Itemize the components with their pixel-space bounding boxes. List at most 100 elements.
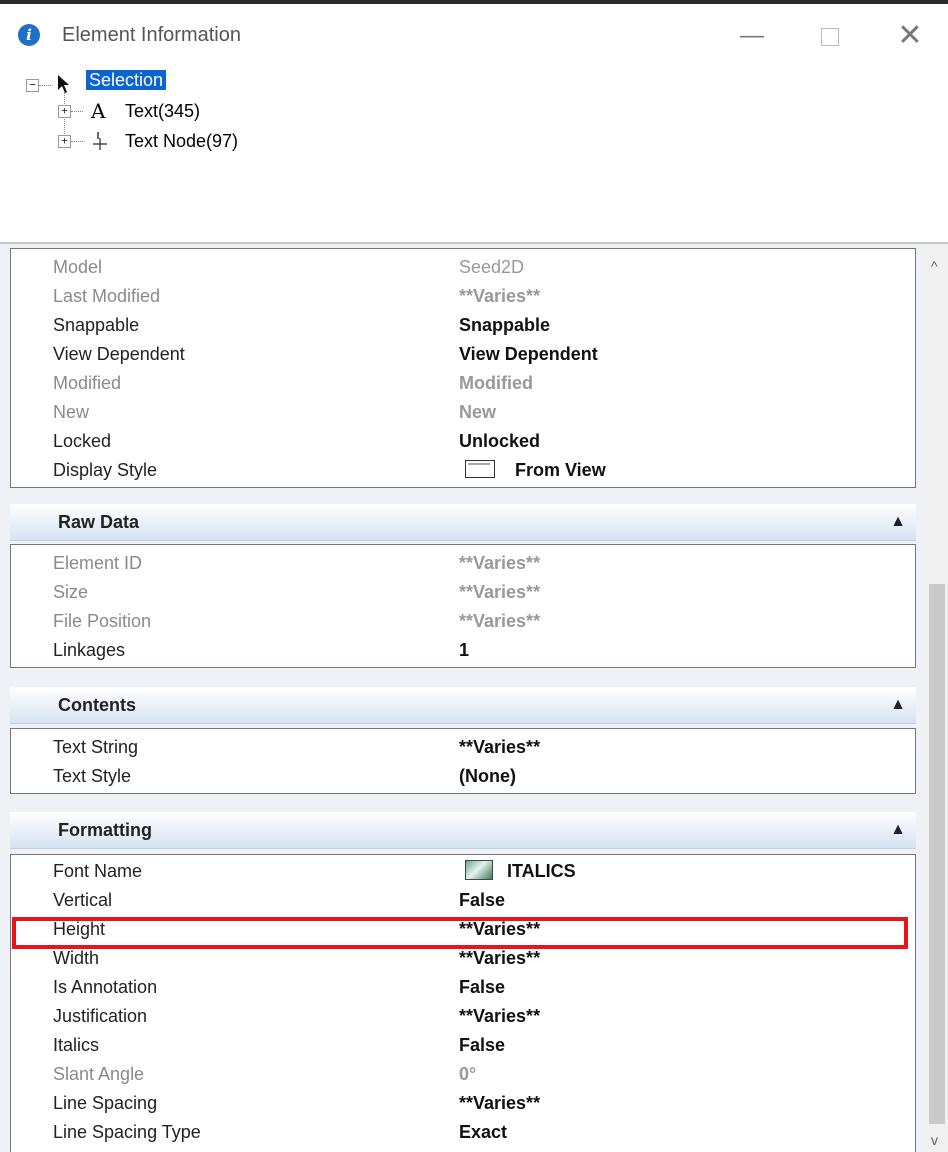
property-value: False: [459, 977, 506, 997]
section-title: Contents: [58, 695, 136, 715]
tree-collapse-toggle[interactable]: −: [26, 79, 39, 92]
display-style-icon: [465, 460, 495, 479]
property-row[interactable]: Last Modified **Varies**: [11, 282, 915, 311]
property-row[interactable]: Model Seed2D: [11, 253, 915, 282]
tree-expand-toggle[interactable]: +: [58, 135, 71, 148]
tree-connector: [39, 85, 51, 86]
property-label: Model: [53, 257, 103, 277]
maximize-icon: [821, 27, 839, 46]
property-row[interactable]: Linkages 1: [11, 636, 915, 665]
property-row[interactable]: Element ID **Varies**: [11, 549, 915, 578]
property-value: **Varies**: [459, 286, 541, 306]
property-value: Exact: [459, 1122, 508, 1142]
general-properties-grid: Model Seed2D Last Modified **Varies** Sn…: [10, 248, 916, 488]
property-value: **Varies**: [459, 1093, 541, 1113]
property-label: Vertical: [53, 890, 113, 910]
tree-item-label: Selection: [86, 70, 167, 90]
property-label: Linkages: [53, 640, 126, 660]
property-row[interactable]: Font Name ITALICS: [11, 857, 915, 886]
property-row[interactable]: File Position **Varies**: [11, 607, 915, 636]
property-label: Line Spacing: [53, 1093, 158, 1113]
collapse-caret-icon[interactable]: ▲: [890, 812, 906, 848]
collapse-caret-icon[interactable]: ▲: [890, 504, 906, 540]
section-header-formatting[interactable]: Formatting ▲: [10, 812, 916, 849]
property-row[interactable]: Line Spacing Type Exact: [11, 1118, 915, 1147]
property-row[interactable]: Text String **Varies**: [11, 733, 915, 762]
property-label: Is Annotation: [53, 977, 158, 997]
text-node-icon: [93, 132, 107, 150]
property-label: Text Style: [53, 766, 132, 786]
property-row[interactable]: Vertical False: [11, 886, 915, 915]
property-row[interactable]: Line Spacing **Varies**: [11, 1089, 915, 1118]
property-row[interactable]: Text Style (None): [11, 762, 915, 791]
property-value: 1: [459, 640, 470, 660]
property-value: **Varies**: [459, 553, 541, 573]
property-row[interactable]: Snappable Snappable: [11, 311, 915, 340]
property-label: New: [53, 402, 90, 422]
property-label: Display Style: [53, 460, 158, 480]
property-label: Locked: [53, 431, 112, 451]
window-title: Element Information: [62, 24, 241, 46]
raw-data-grid: Element ID **Varies** Size **Varies** Fi…: [10, 544, 916, 668]
section-header-contents[interactable]: Contents ▲: [10, 687, 916, 724]
section-title: Formatting: [58, 820, 152, 840]
property-label: Italics: [53, 1035, 100, 1055]
maximize-button[interactable]: [800, 14, 860, 58]
property-label: Slant Angle: [53, 1064, 145, 1084]
property-value: **Varies**: [459, 582, 541, 602]
contents-grid: Text String **Varies** Text Style (None): [10, 728, 916, 794]
property-label: Snappable: [53, 315, 140, 335]
property-value: **Varies**: [459, 611, 541, 631]
property-label: Justification: [53, 1006, 148, 1026]
property-row[interactable]: Size **Varies**: [11, 578, 915, 607]
property-value-with-icon: ITALICS: [459, 857, 576, 886]
property-row[interactable]: Modified Modified: [11, 369, 915, 398]
property-value: Seed2D: [459, 257, 525, 277]
vertical-scrollbar[interactable]: ^ v: [926, 244, 948, 1152]
property-value: False: [459, 1035, 506, 1055]
property-value: False: [459, 890, 506, 910]
property-row[interactable]: New New: [11, 398, 915, 427]
tree-item-selection[interactable]: Selection: [86, 67, 167, 93]
minimize-button[interactable]: —: [722, 14, 782, 58]
property-value: New: [459, 402, 497, 422]
section-header-raw-data[interactable]: Raw Data ▲: [10, 504, 916, 541]
tree-expand-toggle[interactable]: +: [58, 105, 71, 118]
tree-item-text-node[interactable]: Text Node(97): [125, 128, 238, 154]
property-row[interactable]: View Dependent View Dependent: [11, 340, 915, 369]
property-row[interactable]: Italics False: [11, 1031, 915, 1060]
property-value: ITALICS: [507, 861, 576, 881]
info-icon: i: [18, 24, 40, 46]
property-row[interactable]: Locked Unlocked: [11, 427, 915, 456]
property-row-is-annotation[interactable]: Is Annotation False: [11, 973, 915, 1002]
property-label: Last Modified: [53, 286, 161, 306]
property-label: Modified: [53, 373, 122, 393]
collapse-caret-icon[interactable]: ▲: [890, 687, 906, 723]
property-value: From View: [515, 460, 606, 480]
property-row[interactable]: Display Style From View: [11, 456, 915, 485]
title-bar: i Element Information — ✕: [0, 4, 948, 62]
tree-connector: [71, 141, 83, 142]
property-label: File Position: [53, 611, 152, 631]
property-value: Snappable: [459, 315, 551, 335]
property-value: 0°: [459, 1064, 477, 1084]
property-value: View Dependent: [459, 344, 598, 364]
property-label: Size: [53, 582, 89, 602]
property-value-with-icon: From View: [459, 456, 606, 485]
section-title: Raw Data: [58, 512, 140, 532]
properties-panel: Model Seed2D Last Modified **Varies** Sn…: [0, 244, 926, 1152]
property-row[interactable]: Slant Angle 0°: [11, 1060, 915, 1089]
property-value: Modified: [459, 373, 533, 393]
property-label: Text String: [53, 737, 139, 757]
scroll-up-arrow-icon[interactable]: ^: [931, 258, 938, 274]
property-value: **Varies**: [459, 737, 541, 757]
property-value: (None): [459, 766, 516, 786]
property-label: Line Spacing Type: [53, 1122, 201, 1142]
property-label: Element ID: [53, 553, 143, 573]
property-row[interactable]: Justification **Varies**: [11, 1002, 915, 1031]
scroll-down-arrow-icon[interactable]: v: [931, 1132, 938, 1148]
scrollbar-thumb[interactable]: [929, 584, 945, 1124]
selection-tree: − Selection + A Text(345) + Text Node(97…: [0, 62, 948, 242]
tree-item-text[interactable]: Text(345): [125, 98, 200, 124]
close-button[interactable]: ✕: [880, 14, 940, 58]
